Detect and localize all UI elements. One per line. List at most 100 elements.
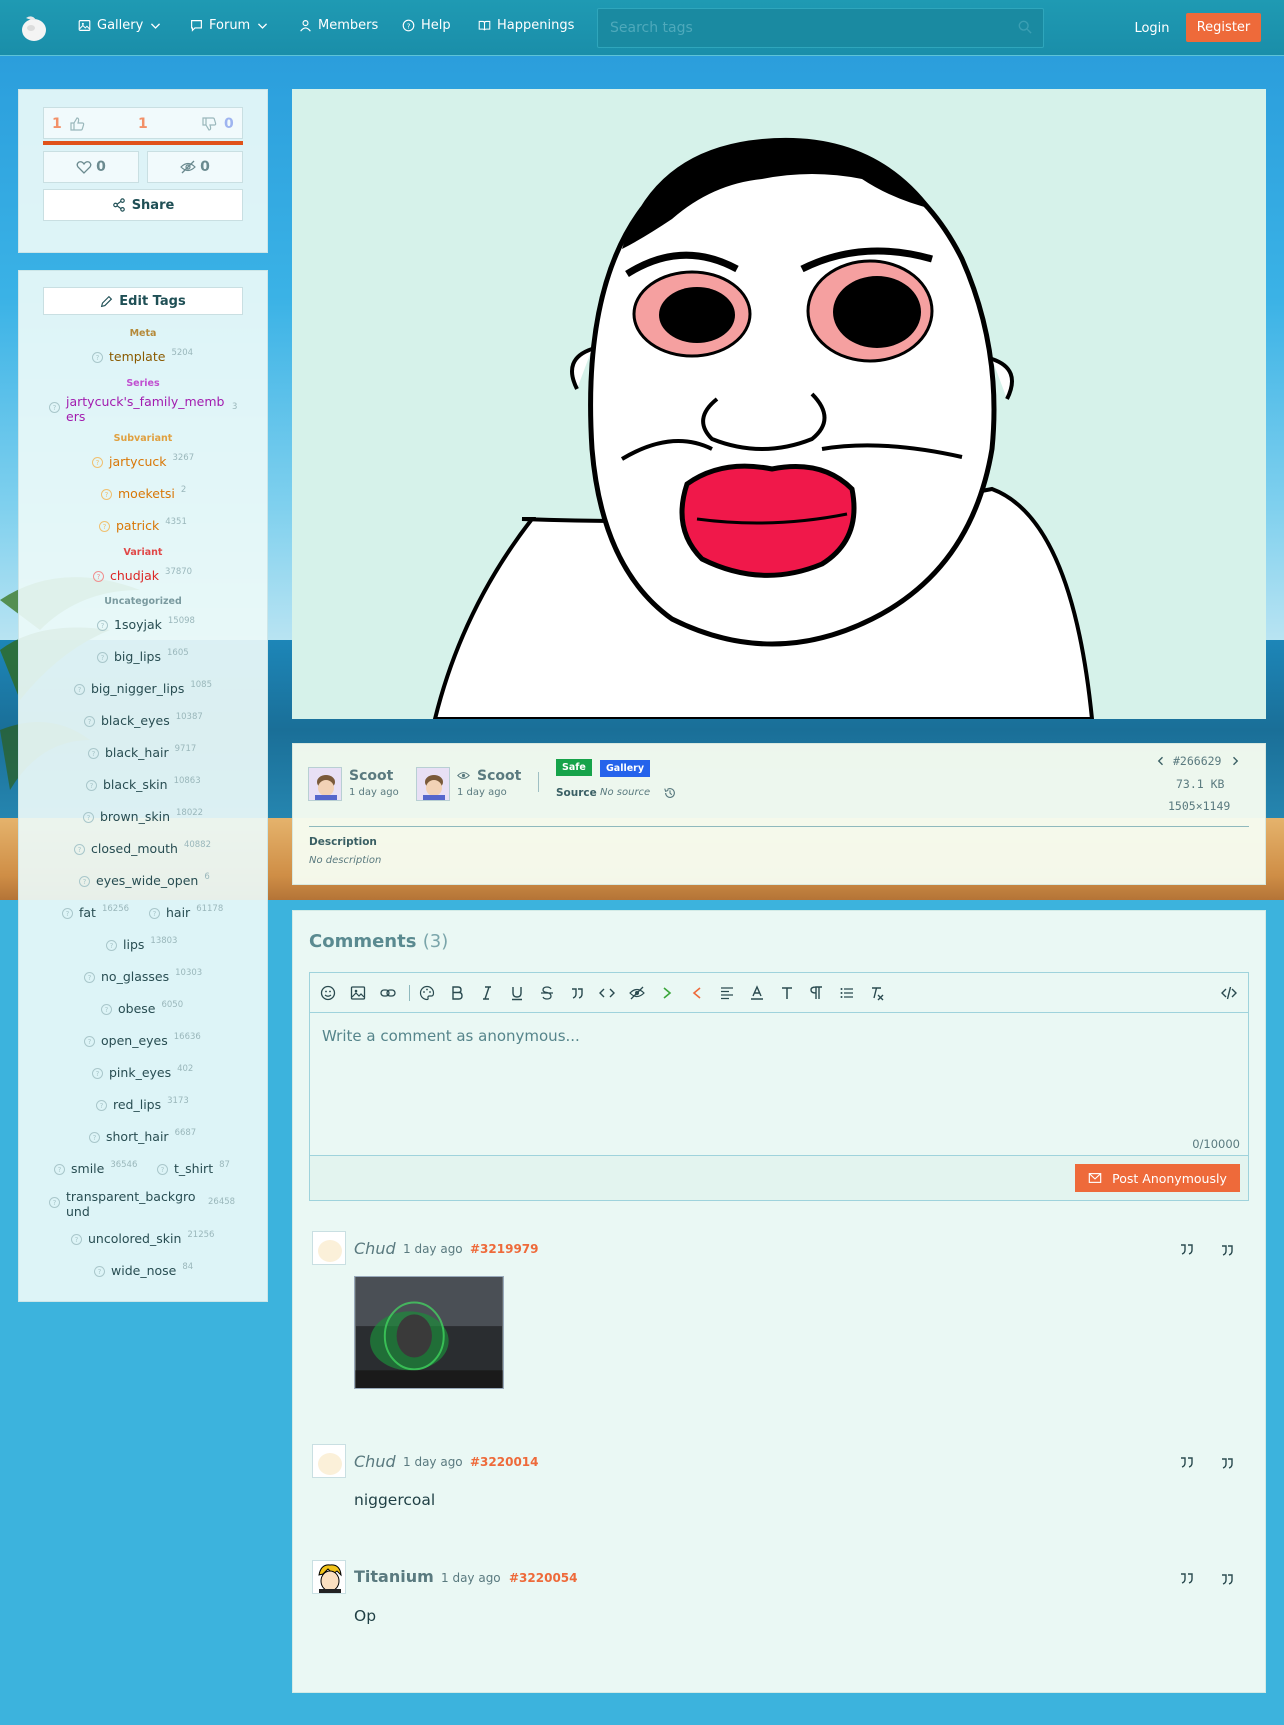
tag-item[interactable]: ? pink_eyes 402 <box>92 1064 193 1080</box>
tag-name[interactable]: open_eyes <box>101 1033 168 1048</box>
tag-name[interactable]: 1soyjak <box>114 617 162 632</box>
chevron-left-icon[interactable] <box>1155 755 1167 767</box>
align-icon[interactable] <box>718 984 736 1002</box>
tag-help-icon[interactable]: ? <box>92 457 103 468</box>
tag-name[interactable]: wide_nose <box>111 1263 176 1278</box>
post-anonymously-button[interactable]: Post Anonymously <box>1075 1164 1240 1192</box>
board-badge[interactable]: Gallery <box>600 760 651 777</box>
favorite-button[interactable]: 0 <box>43 151 139 183</box>
tag-name[interactable]: eyes_wide_open <box>96 873 198 888</box>
tag-item[interactable]: ? hair 61178 <box>149 904 223 920</box>
list-icon[interactable] <box>838 984 856 1002</box>
comment-author[interactable]: Chud <box>354 1239 396 1258</box>
tag-help-icon[interactable]: ? <box>62 908 73 919</box>
tag-help-icon[interactable]: ? <box>96 1100 107 1111</box>
tag-name[interactable]: jartycuck's_family_members <box>66 394 226 424</box>
tag-item[interactable]: ? chudjak 37870 <box>93 567 192 583</box>
hide-button[interactable]: 0 <box>147 151 243 183</box>
comment-id[interactable]: #3220054 <box>509 1571 578 1585</box>
chevron-right-icon[interactable] <box>1229 755 1241 767</box>
tag-help-icon[interactable]: ? <box>101 1004 112 1015</box>
tag-help-icon[interactable]: ? <box>106 940 117 951</box>
tag-name[interactable]: hair <box>166 905 190 920</box>
tag-help-icon[interactable]: ? <box>97 620 108 631</box>
share-button[interactable]: Share <box>43 189 243 221</box>
tag-name[interactable]: patrick <box>116 518 159 533</box>
site-logo-icon[interactable] <box>18 12 50 44</box>
comment-textarea[interactable] <box>310 1013 1248 1155</box>
avatar[interactable] <box>312 1231 346 1265</box>
tag-name[interactable]: black_eyes <box>101 713 170 728</box>
tag-name[interactable]: closed_mouth <box>91 841 178 856</box>
nav-gallery[interactable]: Gallery <box>78 18 162 33</box>
underline-icon[interactable] <box>508 984 526 1002</box>
tag-item[interactable]: ? black_eyes 10387 <box>84 712 203 728</box>
palette-icon[interactable] <box>418 984 436 1002</box>
bold-icon[interactable] <box>448 984 466 1002</box>
tag-item[interactable]: ? brown_skin 18022 <box>83 808 203 824</box>
tag-help-icon[interactable]: ? <box>89 1132 100 1143</box>
tag-name[interactable]: red_lips <box>113 1097 161 1112</box>
code-icon[interactable] <box>598 984 616 1002</box>
nav-help[interactable]: ? Help <box>402 18 451 33</box>
tag-name[interactable]: lips <box>123 937 144 952</box>
tag-name[interactable]: jartycuck <box>109 454 166 469</box>
nav-forum[interactable]: Forum <box>190 18 269 33</box>
search-icon[interactable] <box>1018 20 1032 34</box>
tag-item[interactable]: ? t_shirt 87 <box>157 1160 230 1176</box>
image-icon[interactable] <box>349 984 367 1002</box>
tag-help-icon[interactable]: ? <box>97 652 108 663</box>
tag-name[interactable]: no_glasses <box>101 969 169 984</box>
tag-name[interactable]: template <box>109 349 165 364</box>
edit-tags-button[interactable]: Edit Tags <box>43 287 243 315</box>
tag-item[interactable]: ? smile 36546 <box>54 1160 137 1176</box>
tag-item[interactable]: ? big_nigger_lips 1085 <box>74 680 212 696</box>
tag-help-icon[interactable]: ? <box>71 1234 82 1245</box>
tag-item[interactable]: ? eyes_wide_open 6 <box>79 872 210 888</box>
tag-help-icon[interactable]: ? <box>84 972 95 983</box>
rating-badge[interactable]: Safe <box>556 759 592 776</box>
tag-name[interactable]: chudjak <box>110 568 159 583</box>
uploader-name[interactable]: Scoot <box>349 768 393 784</box>
font-size-icon[interactable] <box>778 984 796 1002</box>
text-color-icon[interactable] <box>748 984 766 1002</box>
register-button[interactable]: Register <box>1186 13 1261 42</box>
comment-id[interactable]: #3219979 <box>470 1242 539 1256</box>
comment-author[interactable]: Titanium <box>354 1567 434 1586</box>
tag-help-icon[interactable]: ? <box>86 780 97 791</box>
tag-item[interactable]: ? short_hair 6687 <box>89 1128 196 1144</box>
strikethrough-icon[interactable] <box>538 984 556 1002</box>
tag-help-icon[interactable]: ? <box>149 908 160 919</box>
source-code-icon[interactable] <box>1220 984 1238 1002</box>
tag-help-icon[interactable]: ? <box>49 1197 60 1208</box>
tag-name[interactable]: transparent_background <box>66 1189 202 1219</box>
tag-name[interactable]: brown_skin <box>100 809 170 824</box>
tag-item[interactable]: ? wide_nose 84 <box>94 1262 193 1278</box>
tag-name[interactable]: uncolored_skin <box>88 1231 181 1246</box>
tag-name[interactable]: fat <box>79 905 96 920</box>
nav-members[interactable]: Members <box>299 18 378 33</box>
tag-item[interactable]: ? black_skin 10863 <box>86 776 201 792</box>
tag-item[interactable]: ? moeketsi 2 <box>101 485 186 501</box>
tag-name[interactable]: moeketsi <box>118 486 175 501</box>
tag-help-icon[interactable]: ? <box>94 1266 105 1277</box>
thumbs-down-icon[interactable] <box>201 116 217 132</box>
tag-item[interactable]: ? transparent_background 26458 <box>49 1189 235 1219</box>
quote-icon[interactable] <box>568 984 586 1002</box>
tag-name[interactable]: black_skin <box>103 777 168 792</box>
orangetext-icon[interactable] <box>688 984 706 1002</box>
avatar[interactable] <box>416 767 450 801</box>
tag-item[interactable]: ? jartycuck's_family_members 3 <box>49 394 237 424</box>
tag-help-icon[interactable]: ? <box>84 1036 95 1047</box>
tag-help-icon[interactable]: ? <box>93 571 104 582</box>
tag-help-icon[interactable]: ? <box>74 844 85 855</box>
greentext-icon[interactable] <box>658 984 676 1002</box>
tag-name[interactable]: big_nigger_lips <box>91 681 184 696</box>
nav-happenings[interactable]: Happenings <box>478 18 574 33</box>
tag-name[interactable]: big_lips <box>114 649 161 664</box>
tag-help-icon[interactable]: ? <box>79 876 90 887</box>
tag-help-icon[interactable]: ? <box>54 1164 65 1175</box>
quote-icon[interactable] <box>1219 1571 1235 1587</box>
tag-item[interactable]: ? jartycuck 3267 <box>92 453 194 469</box>
avatar[interactable] <box>312 1560 346 1594</box>
